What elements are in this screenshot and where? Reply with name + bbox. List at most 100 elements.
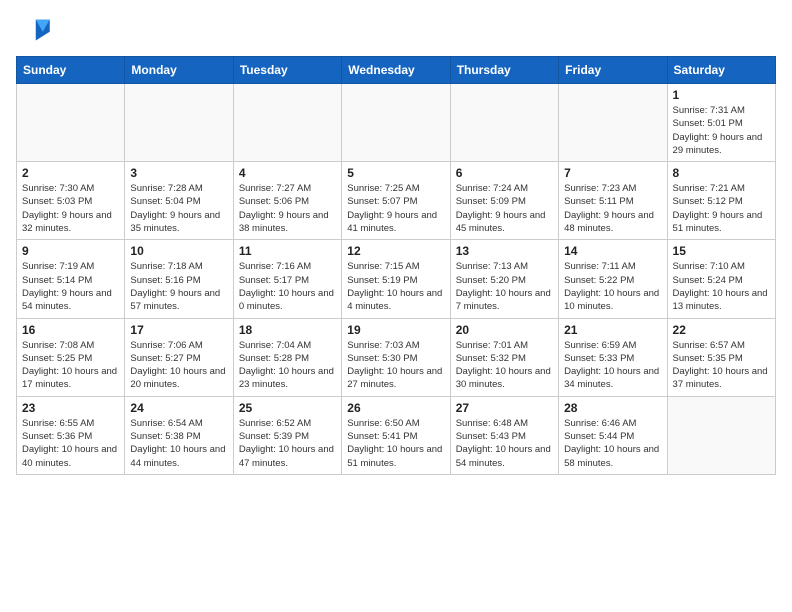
logo [16, 16, 56, 44]
calendar-cell: 13 Sunrise: 7:13 AM Sunset: 5:20 PM Dayli… [450, 240, 558, 318]
day-info: Sunrise: 6:48 AM Sunset: 5:43 PM Dayligh… [456, 417, 553, 470]
calendar-cell: 17 Sunrise: 7:06 AM Sunset: 5:27 PM Dayli… [125, 318, 233, 396]
day-info: Sunrise: 6:54 AM Sunset: 5:38 PM Dayligh… [130, 417, 227, 470]
day-number: 22 [673, 323, 770, 337]
day-info: Sunrise: 7:06 AM Sunset: 5:27 PM Dayligh… [130, 339, 227, 392]
day-info: Sunrise: 7:25 AM Sunset: 5:07 PM Dayligh… [347, 182, 444, 235]
day-number: 12 [347, 244, 444, 258]
calendar-cell [125, 84, 233, 162]
calendar-cell: 24 Sunrise: 6:54 AM Sunset: 5:38 PM Dayli… [125, 396, 233, 474]
day-info: Sunrise: 7:08 AM Sunset: 5:25 PM Dayligh… [22, 339, 119, 392]
day-info: Sunrise: 7:28 AM Sunset: 5:04 PM Dayligh… [130, 182, 227, 235]
day-number: 3 [130, 166, 227, 180]
calendar-week-row: 9Sunrise: 7:19 AM Sunset: 5:14 PM Daylig… [17, 240, 776, 318]
calendar-cell: 8 Sunrise: 7:21 AM Sunset: 5:12 PM Daylig… [667, 162, 775, 240]
day-info: Sunrise: 6:46 AM Sunset: 5:44 PM Dayligh… [564, 417, 661, 470]
calendar-cell: 18Sunrise: 7:04 AM Sunset: 5:28 PM Dayli… [233, 318, 341, 396]
day-number: 28 [564, 401, 661, 415]
day-number: 26 [347, 401, 444, 415]
calendar-cell: 3 Sunrise: 7:28 AM Sunset: 5:04 PM Daylig… [125, 162, 233, 240]
calendar-cell: 9Sunrise: 7:19 AM Sunset: 5:14 PM Daylig… [17, 240, 125, 318]
day-number: 4 [239, 166, 336, 180]
weekday-header-saturday: Saturday [667, 57, 775, 84]
day-number: 6 [456, 166, 553, 180]
calendar-cell: 1 Sunrise: 7:31 AM Sunset: 5:01 PM Daylig… [667, 84, 775, 162]
day-info: Sunrise: 7:01 AM Sunset: 5:32 PM Dayligh… [456, 339, 553, 392]
day-number: 17 [130, 323, 227, 337]
day-info: Sunrise: 7:15 AM Sunset: 5:19 PM Dayligh… [347, 260, 444, 313]
calendar-week-row: 1 Sunrise: 7:31 AM Sunset: 5:01 PM Daylig… [17, 84, 776, 162]
day-info: Sunrise: 6:52 AM Sunset: 5:39 PM Dayligh… [239, 417, 336, 470]
day-number: 2 [22, 166, 119, 180]
calendar-cell: 27 Sunrise: 6:48 AM Sunset: 5:43 PM Dayli… [450, 396, 558, 474]
calendar-cell [450, 84, 558, 162]
day-number: 10 [130, 244, 227, 258]
weekday-header-row: SundayMondayTuesdayWednesdayThursdayFrid… [17, 57, 776, 84]
day-number: 11 [239, 244, 336, 258]
day-number: 13 [456, 244, 553, 258]
day-info: Sunrise: 7:31 AM Sunset: 5:01 PM Dayligh… [673, 104, 770, 157]
calendar-cell: 19 Sunrise: 7:03 AM Sunset: 5:30 PM Dayli… [342, 318, 450, 396]
day-number: 27 [456, 401, 553, 415]
calendar-cell [233, 84, 341, 162]
day-number: 15 [673, 244, 770, 258]
weekday-header-monday: Monday [125, 57, 233, 84]
day-info: Sunrise: 6:55 AM Sunset: 5:36 PM Dayligh… [22, 417, 119, 470]
day-info: Sunrise: 7:27 AM Sunset: 5:06 PM Dayligh… [239, 182, 336, 235]
weekday-header-thursday: Thursday [450, 57, 558, 84]
day-number: 9 [22, 244, 119, 258]
day-number: 20 [456, 323, 553, 337]
calendar-week-row: 2 Sunrise: 7:30 AM Sunset: 5:03 PM Daylig… [17, 162, 776, 240]
weekday-header-wednesday: Wednesday [342, 57, 450, 84]
calendar-week-row: 23 Sunrise: 6:55 AM Sunset: 5:36 PM Dayli… [17, 396, 776, 474]
day-info: Sunrise: 6:59 AM Sunset: 5:33 PM Dayligh… [564, 339, 661, 392]
calendar-cell: 16 Sunrise: 7:08 AM Sunset: 5:25 PM Dayli… [17, 318, 125, 396]
calendar-cell: 11Sunrise: 7:16 AM Sunset: 5:17 PM Dayli… [233, 240, 341, 318]
day-info: Sunrise: 7:13 AM Sunset: 5:20 PM Dayligh… [456, 260, 553, 313]
weekday-header-tuesday: Tuesday [233, 57, 341, 84]
day-number: 8 [673, 166, 770, 180]
day-number: 24 [130, 401, 227, 415]
day-info: Sunrise: 7:10 AM Sunset: 5:24 PM Dayligh… [673, 260, 770, 313]
day-number: 1 [673, 88, 770, 102]
calendar-cell [559, 84, 667, 162]
day-info: Sunrise: 7:30 AM Sunset: 5:03 PM Dayligh… [22, 182, 119, 235]
calendar-table: SundayMondayTuesdayWednesdayThursdayFrid… [16, 56, 776, 475]
day-number: 23 [22, 401, 119, 415]
calendar-cell [667, 396, 775, 474]
calendar-cell [17, 84, 125, 162]
weekday-header-friday: Friday [559, 57, 667, 84]
day-info: Sunrise: 7:21 AM Sunset: 5:12 PM Dayligh… [673, 182, 770, 235]
calendar-cell: 6Sunrise: 7:24 AM Sunset: 5:09 PM Daylig… [450, 162, 558, 240]
calendar-cell: 28 Sunrise: 6:46 AM Sunset: 5:44 PM Dayli… [559, 396, 667, 474]
calendar-cell: 25Sunrise: 6:52 AM Sunset: 5:39 PM Dayli… [233, 396, 341, 474]
calendar-cell: 4 Sunrise: 7:27 AM Sunset: 5:06 PM Daylig… [233, 162, 341, 240]
calendar-cell [342, 84, 450, 162]
day-number: 5 [347, 166, 444, 180]
calendar-cell: 5 Sunrise: 7:25 AM Sunset: 5:07 PM Daylig… [342, 162, 450, 240]
day-info: Sunrise: 7:11 AM Sunset: 5:22 PM Dayligh… [564, 260, 661, 313]
weekday-header-sunday: Sunday [17, 57, 125, 84]
logo-icon [16, 16, 52, 44]
day-number: 18 [239, 323, 336, 337]
day-info: Sunrise: 7:03 AM Sunset: 5:30 PM Dayligh… [347, 339, 444, 392]
day-info: Sunrise: 7:23 AM Sunset: 5:11 PM Dayligh… [564, 182, 661, 235]
page-header [16, 16, 776, 44]
calendar-cell: 15 Sunrise: 7:10 AM Sunset: 5:24 PM Dayli… [667, 240, 775, 318]
calendar-cell: 22 Sunrise: 6:57 AM Sunset: 5:35 PM Dayli… [667, 318, 775, 396]
day-info: Sunrise: 6:50 AM Sunset: 5:41 PM Dayligh… [347, 417, 444, 470]
calendar-cell: 14 Sunrise: 7:11 AM Sunset: 5:22 PM Dayli… [559, 240, 667, 318]
calendar-cell: 7Sunrise: 7:23 AM Sunset: 5:11 PM Daylig… [559, 162, 667, 240]
day-number: 19 [347, 323, 444, 337]
calendar-cell: 10 Sunrise: 7:18 AM Sunset: 5:16 PM Dayli… [125, 240, 233, 318]
day-info: Sunrise: 6:57 AM Sunset: 5:35 PM Dayligh… [673, 339, 770, 392]
day-number: 14 [564, 244, 661, 258]
calendar-cell: 26 Sunrise: 6:50 AM Sunset: 5:41 PM Dayli… [342, 396, 450, 474]
calendar-cell: 12 Sunrise: 7:15 AM Sunset: 5:19 PM Dayli… [342, 240, 450, 318]
calendar-cell: 21 Sunrise: 6:59 AM Sunset: 5:33 PM Dayli… [559, 318, 667, 396]
calendar-week-row: 16 Sunrise: 7:08 AM Sunset: 5:25 PM Dayli… [17, 318, 776, 396]
day-info: Sunrise: 7:18 AM Sunset: 5:16 PM Dayligh… [130, 260, 227, 313]
calendar-cell: 20 Sunrise: 7:01 AM Sunset: 5:32 PM Dayli… [450, 318, 558, 396]
day-number: 21 [564, 323, 661, 337]
day-number: 16 [22, 323, 119, 337]
